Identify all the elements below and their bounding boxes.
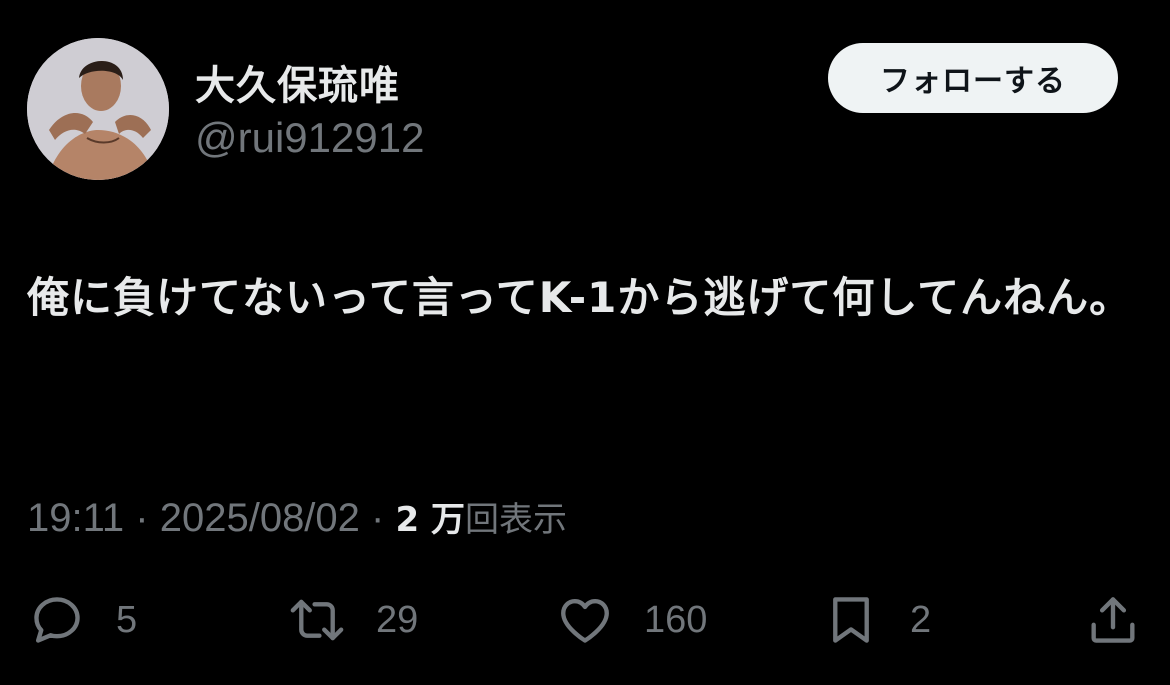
like-button[interactable]: 160 [556,590,707,650]
bookmark-button[interactable]: 2 [822,590,931,650]
user-handle[interactable]: @rui912912 [195,114,424,162]
reply-icon [34,597,80,643]
share-icon [1091,597,1135,643]
bookmark-icon [833,597,869,643]
tweet-date[interactable]: 2025/08/02 [160,496,360,540]
heart-icon [561,598,609,643]
views-label: 回表示 [465,500,567,540]
like-count: 160 [644,598,708,641]
retweet-button[interactable]: 29 [288,590,418,650]
avatar[interactable] [27,38,169,180]
reply-count: 5 [116,598,138,641]
reply-button[interactable]: 5 [28,590,137,650]
avatar-photo [27,38,169,180]
bookmark-count: 2 [910,598,932,641]
tweet-time[interactable]: 19:11 [27,496,124,540]
views-count: 2 万 [395,500,466,540]
meta-separator: · [371,496,385,540]
display-name[interactable]: 大久保琉唯 [195,53,400,111]
tweet-text: 俺に負けてないって言ってK-1から逃げて何してんねん。 [27,273,1133,322]
share-button[interactable] [1084,590,1142,650]
retweet-icon [290,599,344,641]
retweet-count: 29 [376,598,419,641]
follow-button[interactable]: フォローする [828,43,1118,113]
meta-separator: · [135,496,149,540]
tweet-meta: 19:11 · 2025/08/02 · 2 万回表示 [27,492,567,541]
